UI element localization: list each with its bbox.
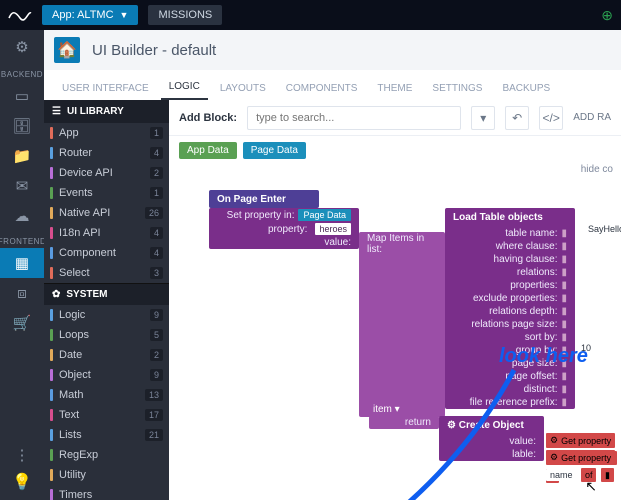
rail-frontend-label: FRONTEND (0, 237, 46, 246)
lib-item-utility[interactable]: Utility (44, 465, 169, 485)
lib-item-events[interactable]: Events1 (44, 183, 169, 203)
lib-item-text[interactable]: Text17 (44, 405, 169, 425)
lib-item-native-api[interactable]: Native API26 (44, 203, 169, 223)
tab-theme[interactable]: THEME (369, 77, 420, 100)
add-block-bar: Add Block: ▾ ↶ </> ADD RA (169, 100, 621, 136)
page-title: UI Builder - default (92, 42, 216, 59)
lib-item-app[interactable]: App1 (44, 123, 169, 143)
get-property-name[interactable]: ⚙ Get property name of ▮ (546, 447, 621, 483)
ui-library-header: ☰ UI LIBRARY (44, 100, 169, 123)
undo-button[interactable]: ↶ (505, 106, 529, 130)
ui-library-pane: ☰ UI LIBRARY App1Router4Device API2Event… (44, 100, 169, 500)
block-on-page-enter[interactable]: On Page Enter (209, 190, 319, 208)
rail-dot-icon[interactable]: ⋮ (0, 440, 44, 470)
page-data-chip[interactable]: Page Data (243, 142, 306, 159)
app-selector-label: App: ALTMC (52, 9, 114, 21)
lib-item-select[interactable]: Select3 (44, 263, 169, 283)
cursor-icon: ↖ (585, 478, 597, 495)
brand-logo (8, 3, 32, 27)
rail-misc-icon[interactable]: ⧈ (0, 278, 44, 308)
hide-context-link[interactable]: hide co (581, 164, 613, 175)
tab-user-interface[interactable]: USER INTERFACE (54, 77, 157, 100)
system-header: ✿ SYSTEM (44, 283, 169, 305)
home-icon[interactable]: 🏠 (54, 37, 80, 63)
block-return[interactable]: return (369, 416, 439, 429)
annotation-text: look here (499, 345, 588, 368)
tab-backups[interactable]: BACKUPS (494, 77, 558, 100)
lib-item-object[interactable]: Object9 (44, 365, 169, 385)
table-name-value[interactable]: SayHelloToTheDatabase (583, 223, 621, 235)
add-block-label: Add Block: (179, 112, 237, 124)
tab-logic[interactable]: LOGIC (161, 75, 208, 100)
dropdown-toggle[interactable]: ▾ (471, 106, 495, 130)
lib-item-timers[interactable]: Timers (44, 485, 169, 500)
lib-item-loops[interactable]: Loops5 (44, 325, 169, 345)
bulb-icon[interactable]: 💡 (0, 470, 44, 500)
nav-rail: ⚙ BACKEND ▭ 🗄 📁 ✉ ☁ FRONTEND ▦ ⧈ 🛒 ⋮ 💡 (0, 30, 44, 500)
lib-item-device-api[interactable]: Device API2 (44, 163, 169, 183)
add-raw-btn[interactable]: ADD RA (573, 112, 611, 123)
tab-components[interactable]: COMPONENTS (278, 77, 366, 100)
lib-item-date[interactable]: Date2 (44, 345, 169, 365)
lib-item-router[interactable]: Router4 (44, 143, 169, 163)
rail-cart-icon[interactable]: 🛒 (0, 308, 44, 338)
rail-id-icon[interactable]: ▭ (0, 81, 44, 111)
rail-database-icon[interactable]: 🗄 (0, 111, 44, 141)
blocks-canvas: On Page Enter Set property in:Page Data … (209, 190, 621, 500)
lib-item-regexp[interactable]: RegExp (44, 445, 169, 465)
settings-icon[interactable]: ⚙ (0, 30, 44, 64)
app-selector[interactable]: App: ALTMC ▼ (42, 5, 138, 25)
rail-cloud-icon[interactable]: ☁ (0, 201, 44, 231)
lib-item-math[interactable]: Math13 (44, 385, 169, 405)
block-map-items[interactable]: Map Items in list: (359, 232, 445, 417)
item-chip[interactable]: item ▾ (369, 402, 425, 417)
globe-icon[interactable]: ⊕ (601, 7, 613, 24)
search-input[interactable] (247, 106, 461, 130)
rail-backend-label: BACKEND (1, 70, 43, 79)
lib-item-lists[interactable]: Lists21 (44, 425, 169, 445)
main-tabs: USER INTERFACE LOGIC LAYOUTS COMPONENTS … (44, 70, 621, 100)
stack-icon: ☰ (52, 106, 61, 117)
gear-icon: ✿ (52, 289, 60, 300)
canvas[interactable]: Add Block: ▾ ↶ </> ADD RA App Data Page … (169, 100, 621, 500)
rail-mail-icon[interactable]: ✉ (0, 171, 44, 201)
rail-ui-builder-icon[interactable]: ▦ (0, 248, 44, 278)
block-create-object[interactable]: ⚙ Create Object value: lable: (439, 416, 544, 461)
tab-layouts[interactable]: LAYOUTS (212, 77, 274, 100)
chevron-down-icon: ▼ (120, 10, 129, 20)
lib-item-component[interactable]: Component4 (44, 243, 169, 263)
code-button[interactable]: </> (539, 106, 563, 130)
block-load-table[interactable]: Load Table objects table name:▮where cla… (445, 208, 575, 409)
page-header: 🏠 UI Builder - default (44, 30, 621, 70)
lib-item-i18n-api[interactable]: I18n API4 (44, 223, 169, 243)
rail-folder-icon[interactable]: 📁 (0, 141, 44, 171)
lib-item-logic[interactable]: Logic9 (44, 305, 169, 325)
tab-settings[interactable]: SETTINGS (424, 77, 490, 100)
topbar: App: ALTMC ▼ MISSIONS ⊕ (0, 0, 621, 30)
block-set-property[interactable]: Set property in:Page Data property:heroe… (209, 208, 359, 249)
app-data-chip[interactable]: App Data (179, 142, 237, 159)
missions-button[interactable]: MISSIONS (148, 5, 222, 25)
